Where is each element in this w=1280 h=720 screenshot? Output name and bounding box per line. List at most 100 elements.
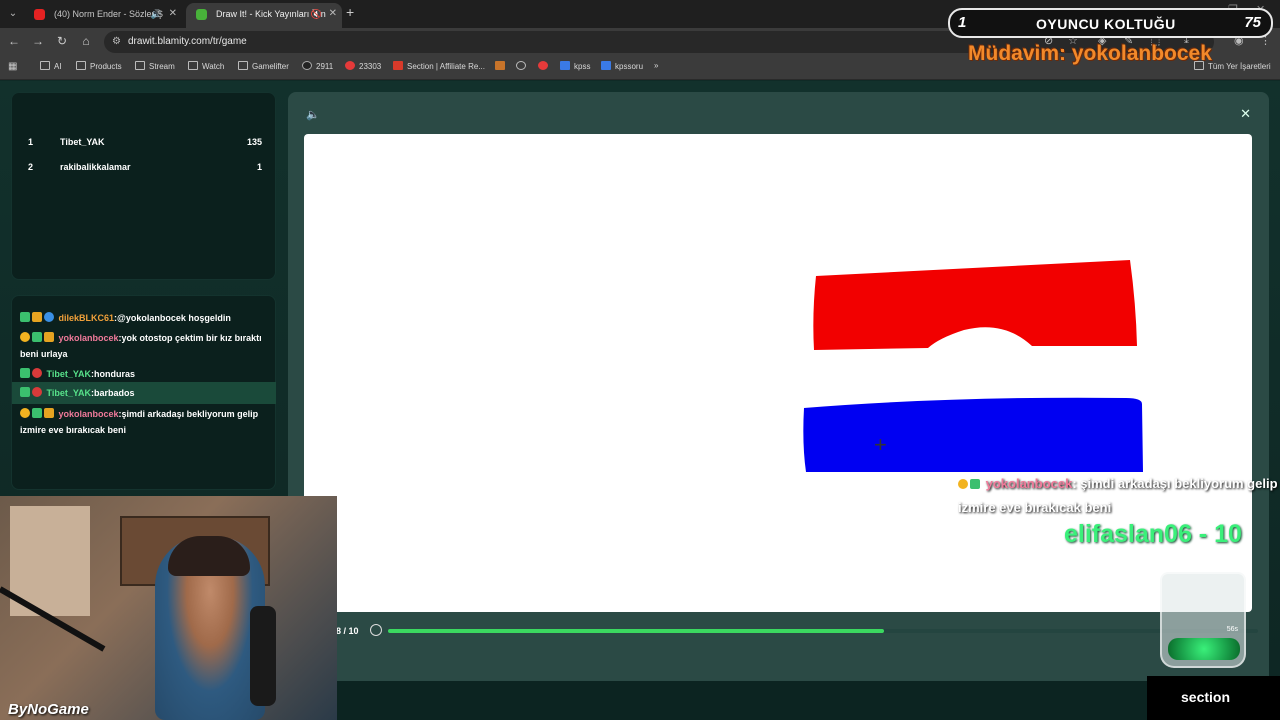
favicon-icon	[302, 61, 312, 70]
subscriber-badge-icon	[32, 408, 42, 418]
url-text[interactable]: drawit.blamity.com/tr/game	[128, 36, 247, 47]
chat-message: Tibet_YAK:honduras	[20, 366, 272, 382]
leaderboard-score: 1	[256, 162, 262, 172]
reload-icon[interactable]: ↻	[54, 34, 70, 48]
subscriber-badge-icon	[20, 368, 30, 378]
time-progress-track	[388, 629, 1258, 633]
bookmark-section-affiliate[interactable]: Section | Affiliate Re...	[393, 61, 485, 71]
home-icon[interactable]: ⌂	[78, 34, 94, 48]
crown-badge-icon	[32, 312, 42, 322]
chat-username: Tibet_YAK	[46, 369, 92, 379]
jar-label: 56s	[1226, 626, 1238, 633]
gem-jar: 56s	[1160, 572, 1246, 668]
tab-search-button[interactable]: ⌄	[4, 5, 22, 23]
regular-viewer-label: Müdavim: yokolanbocek	[968, 42, 1212, 65]
crosshair-cursor-icon: +	[874, 432, 887, 457]
timer-icon	[370, 624, 382, 636]
leaderboard-row: 1 Tibet_YAK 135	[28, 137, 262, 153]
gift-badge-icon	[32, 387, 42, 397]
verified-badge-icon	[44, 312, 54, 322]
leaderboard: 1 Tibet_YAK 135 2 rakibalikkalamar 1	[11, 92, 276, 280]
bookmark-kpssoru[interactable]: kpssoru	[601, 61, 643, 71]
guess-input-bar[interactable]	[336, 681, 1280, 720]
bookmark-icon-2[interactable]	[516, 61, 530, 71]
streamer-brand: ByNoGame	[8, 701, 89, 718]
bookmark-icon-1[interactable]	[495, 61, 509, 71]
player-seat-overlay: 1 OYUNCU KOLTUĞU 75	[948, 8, 1273, 38]
favicon-icon	[495, 61, 505, 70]
leaderboard-row: 2 rakibalikkalamar 1	[28, 162, 262, 178]
game-panel: 🔈 ✕ + 8 / 10	[288, 92, 1269, 684]
tab-close-icon[interactable]: ✕	[329, 3, 337, 25]
leaderboard-name: Tibet_YAK	[60, 137, 105, 147]
chat-message: yokolanbocek:yok otostop çektim bir kız …	[20, 330, 272, 362]
chat-username: yokolanbocek	[58, 333, 119, 343]
apps-grid-icon[interactable]: ▦	[8, 61, 17, 72]
speaker-icon[interactable]: 🔈	[306, 108, 320, 121]
tab-title: (40) Norm Ender - Sözler Ş	[54, 9, 164, 19]
bookmark-stream[interactable]: Stream	[135, 61, 175, 71]
chat-username: dilekBLKC61	[58, 313, 115, 323]
red-stroke	[813, 260, 1137, 350]
gear-icon	[516, 61, 526, 70]
more-bookmarks-icon[interactable]: »	[654, 61, 658, 70]
coin-badge-icon	[20, 408, 30, 418]
back-icon[interactable]: ←	[6, 34, 22, 48]
power-icon	[538, 61, 548, 70]
stream-chat-overlay: yokolanbocek: şimdi arkadaşı bekliyorum …	[958, 472, 1280, 520]
subscriber-badge-icon	[32, 332, 42, 342]
bookmark-ai[interactable]: AI	[40, 61, 62, 71]
chat-text: :barbados	[91, 388, 135, 398]
bookmark-watch[interactable]: Watch	[188, 61, 224, 71]
drawit-favicon-icon	[196, 9, 207, 20]
section-icon	[393, 61, 403, 70]
document-icon	[601, 61, 611, 70]
folder-icon	[76, 61, 86, 70]
bookmark-icon-3[interactable]	[538, 61, 552, 71]
bookmark-gamelifter[interactable]: Gamelifter	[238, 61, 289, 71]
site-info-icon[interactable]: ⚙	[112, 36, 121, 47]
blue-stroke	[803, 397, 1143, 472]
folder-icon	[188, 61, 198, 70]
leaderboard-name: rakibalikkalamar	[60, 162, 131, 172]
tab-close-icon[interactable]: ✕	[169, 3, 177, 25]
crown-badge-icon	[44, 332, 54, 342]
new-tab-button[interactable]: +	[346, 4, 354, 20]
seat-rank: 1	[958, 14, 967, 31]
folder-icon	[40, 61, 50, 70]
leaderboard-rank: 2	[28, 162, 34, 172]
webcam-feed: ByNoGame	[0, 496, 337, 720]
coin-badge-icon	[20, 332, 30, 342]
youtube-favicon-icon	[34, 9, 45, 20]
subscriber-badge-icon	[20, 312, 30, 322]
seat-score: 75	[1244, 14, 1261, 31]
forward-icon[interactable]: →	[30, 34, 46, 48]
chat-username: yokolanbocek	[58, 409, 119, 419]
bookmark-products[interactable]: Products	[76, 61, 122, 71]
overlay-chat-username: yokolanbocek	[985, 476, 1073, 491]
subscriber-badge-icon	[970, 479, 980, 489]
chat-text: :yok otostop çektim bir kız bıraktı beni…	[20, 333, 262, 359]
tab-norm-ender[interactable]: (40) Norm Ender - Sözler Ş 🔊 ✕	[24, 3, 182, 28]
folder-icon	[135, 61, 145, 70]
bookmark-2911[interactable]: 2911	[302, 61, 333, 71]
close-icon[interactable]: ✕	[1240, 106, 1251, 122]
round-counter: 8 / 10	[336, 626, 359, 636]
gift-badge-icon	[32, 368, 42, 378]
mute-icon[interactable]: 🔇	[311, 3, 322, 25]
chat-message: dilekBLKC61:@yokolanbocek hoşgeldin	[20, 310, 272, 326]
chat-panel: dilekBLKC61:@yokolanbocek hoşgeldin yoko…	[11, 295, 276, 490]
time-progress-fill	[388, 629, 884, 633]
bookmark-kpss[interactable]: kpss	[560, 61, 590, 71]
tab-draw-it[interactable]: Draw It! - Kick Yayınları İçin 🔇 ✕	[186, 3, 342, 28]
microphone	[250, 606, 276, 706]
youtube-icon	[345, 61, 355, 70]
sponsor-badge: section	[1147, 676, 1280, 720]
bookmark-23303[interactable]: 23303	[345, 61, 381, 71]
leaderboard-score: 135	[246, 137, 262, 147]
sponsor-name: section	[1181, 689, 1231, 705]
chat-message-highlighted: Tibet_YAK:barbados	[12, 382, 276, 404]
speaker-icon[interactable]: 🔊	[151, 3, 162, 25]
chat-text: :@yokolanbocek hoşgeldin	[114, 313, 231, 323]
crown-badge-icon	[44, 408, 54, 418]
